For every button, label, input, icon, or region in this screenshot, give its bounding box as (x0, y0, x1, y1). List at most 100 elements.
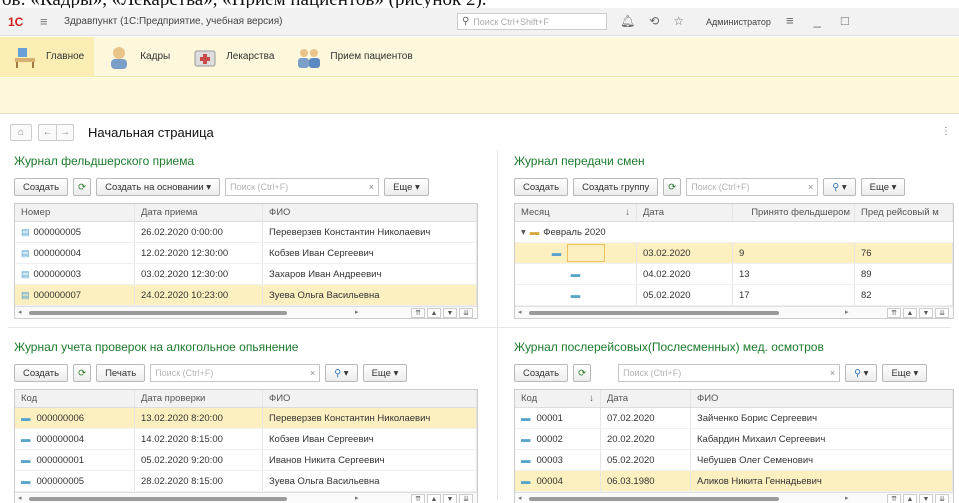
horizontal-scrollbar[interactable]: ◂ ▸ ⇈ ▲ ▼ ⇊ (515, 306, 953, 318)
scroll-left-icon[interactable]: ◂ (518, 308, 522, 316)
scroll-up-icon[interactable]: ▲ (903, 494, 917, 503)
minimize-icon[interactable]: _ (814, 13, 821, 28)
table-row[interactable]: ▬ 00003 05.02.2020 Чебушев Олег Семенович (515, 450, 953, 471)
column-header[interactable]: ФИО (263, 204, 477, 221)
scroll-down-icon[interactable]: ▼ (919, 308, 933, 318)
expand-icon[interactable]: ▾ (521, 227, 526, 238)
reception-search-input[interactable]: Поиск (Ctrl+F) × (225, 178, 380, 196)
table-row[interactable]: ▤ 000000003 03.02.2020 12:30:00 Захаров И… (15, 264, 477, 285)
scroll-left-icon[interactable]: ◂ (18, 494, 22, 502)
alcohol-create-button[interactable]: Создать (14, 364, 69, 382)
table-row[interactable]: ▤ 000000005 26.02.2020 0:00:00 Переверзев… (15, 222, 477, 243)
scroll-bottom-icon[interactable]: ⇊ (935, 308, 949, 318)
scroll-bottom-icon[interactable]: ⇊ (459, 494, 473, 503)
shifts-create-button[interactable]: Создать (514, 178, 569, 196)
scroll-down-icon[interactable]: ▼ (919, 494, 933, 503)
column-header[interactable]: Месяц ↓ (515, 204, 637, 221)
scroll-right-icon[interactable]: ▸ (355, 308, 359, 316)
column-header[interactable]: Дата приема (135, 204, 263, 221)
scroll-left-icon[interactable]: ◂ (18, 308, 22, 316)
shifts-create-group-button[interactable]: Создать группу (573, 178, 659, 196)
scroll-up-icon[interactable]: ▲ (427, 308, 441, 318)
table-row-selected[interactable]: ▤ 000000007 24.02.2020 10:23:00 Зуева Оль… (15, 285, 477, 306)
column-header[interactable]: Дата проверки (135, 390, 263, 407)
scroll-right-icon[interactable]: ▸ (845, 308, 849, 316)
shifts-journal-title[interactable]: Журнал передачи смен (514, 154, 954, 172)
scroll-up-icon[interactable]: ▲ (903, 308, 917, 318)
section-staff[interactable]: Кадры (94, 37, 180, 77)
column-header[interactable]: Дата (637, 204, 733, 221)
section-patients[interactable]: Прием пациентов (284, 37, 422, 77)
group-row[interactable]: ▾ ▬ Февраль 2020 (515, 222, 953, 243)
column-header[interactable]: Пред рейсовый м (855, 204, 953, 221)
postflight-search-button[interactable]: ⚲ ▾ (845, 364, 878, 382)
table-row-selected[interactable]: ▬ 03.02.2020 9 76 (515, 243, 953, 264)
forward-button[interactable]: → (56, 123, 74, 141)
global-search-input[interactable]: ⚲ Поиск Ctrl+Shift+F (457, 13, 607, 30)
table-row[interactable]: ▬ 000000001 05.02.2020 9:20:00 Иванов Ник… (15, 450, 477, 471)
scroll-top-icon[interactable]: ⇈ (887, 494, 901, 503)
column-header[interactable]: ФИО (691, 390, 953, 407)
column-header[interactable]: Номер (15, 204, 135, 221)
scroll-top-icon[interactable]: ⇈ (887, 308, 901, 318)
table-row[interactable]: ▬ 000000004 14.02.2020 8:15:00 Кобзев Ива… (15, 429, 477, 450)
scroll-left-icon[interactable]: ◂ (518, 494, 522, 502)
maximize-icon[interactable]: □ (841, 13, 849, 28)
shifts-refresh-button[interactable]: ⟳ (663, 178, 682, 196)
column-header[interactable]: ФИО (263, 390, 477, 407)
reception-refresh-button[interactable]: ⟳ (73, 178, 92, 196)
alcohol-journal-title[interactable]: Журнал учета проверок на алкогольное опь… (14, 340, 478, 358)
scroll-right-icon[interactable]: ▸ (355, 494, 359, 502)
horizontal-scrollbar[interactable]: ◂ ▸ ⇈ ▲ ▼ ⇊ (15, 492, 477, 503)
scroll-bottom-icon[interactable]: ⇊ (935, 494, 949, 503)
table-row[interactable]: ▬ 05.02.2020 17 82 (515, 285, 953, 306)
postflight-journal-title[interactable]: Журнал послерейсовых(Послесменных) мед. … (514, 340, 954, 358)
clear-icon[interactable]: × (808, 182, 813, 192)
alcohol-search-button[interactable]: ⚲ ▾ (325, 364, 358, 382)
alcohol-more-button[interactable]: Еще ▾ (362, 364, 408, 382)
home-button[interactable]: ⌂ (10, 123, 32, 141)
table-row[interactable]: ▬ 00002 20.02.2020 Кабардин Михаил Сергее… (515, 429, 953, 450)
clear-icon[interactable]: × (310, 368, 315, 378)
history-icon[interactable]: ⟲ (649, 14, 659, 28)
reception-create-based-button[interactable]: Создать на основании ▾ (96, 178, 221, 196)
favorites-icon[interactable]: ☆ (673, 14, 684, 28)
settings-menu-icon[interactable]: ≡ (786, 13, 794, 28)
scroll-top-icon[interactable]: ⇈ (411, 494, 425, 503)
cell-edit-box[interactable] (567, 244, 606, 262)
section-main[interactable]: Главное (0, 36, 95, 77)
hamburger-menu-icon[interactable]: ≡ (40, 14, 58, 29)
scroll-thumb[interactable] (29, 497, 287, 501)
section-medicines[interactable]: Лекарства (180, 37, 284, 77)
notifications-icon[interactable]: 🔔︎ (620, 14, 635, 28)
postflight-create-button[interactable]: Создать (514, 364, 569, 382)
scroll-top-icon[interactable]: ⇈ (411, 308, 425, 318)
scroll-up-icon[interactable]: ▲ (427, 494, 441, 503)
reception-more-button[interactable]: Еще ▾ (384, 178, 429, 196)
table-row-selected[interactable]: ▬ 000000006 13.02.2020 8:20:00 Переверзев… (15, 408, 477, 429)
clear-icon[interactable]: × (830, 368, 835, 378)
scroll-thumb[interactable] (29, 311, 287, 315)
scroll-thumb[interactable] (529, 497, 779, 501)
postflight-search-input[interactable]: Поиск (Ctrl+F) × (618, 364, 841, 382)
scroll-down-icon[interactable]: ▼ (443, 308, 457, 318)
postflight-more-button[interactable]: Еще ▾ (882, 364, 928, 382)
shifts-search-button[interactable]: ⚲ ▾ (823, 178, 856, 196)
horizontal-scrollbar[interactable]: ◂ ▸ ⇈ ▲ ▼ ⇊ (515, 492, 953, 503)
column-header[interactable]: Принято фельдшером (733, 204, 855, 221)
back-button[interactable]: ← (38, 123, 56, 141)
alcohol-search-input[interactable]: Поиск (Ctrl+F) × (150, 364, 321, 382)
page-more-icon[interactable]: ⋮ (941, 126, 951, 137)
column-header[interactable]: Код ↓ (515, 390, 601, 407)
table-row[interactable]: ▬ 00001 07.02.2020 Зайченко Борис Сергеев… (515, 408, 953, 429)
column-header[interactable]: Дата (601, 390, 691, 407)
scroll-thumb[interactable] (529, 311, 779, 315)
table-row[interactable]: ▤ 000000004 12.02.2020 12:30:00 Кобзев Ив… (15, 243, 477, 264)
table-row[interactable]: ▬ 04.02.2020 13 89 (515, 264, 953, 285)
table-row[interactable]: ▬ 000000005 28.02.2020 8:15:00 Зуева Ольг… (15, 471, 477, 492)
scroll-down-icon[interactable]: ▼ (443, 494, 457, 503)
shifts-more-button[interactable]: Еще ▾ (860, 178, 906, 196)
reception-create-button[interactable]: Создать (14, 178, 69, 196)
column-header[interactable]: Код (15, 390, 135, 407)
reception-journal-title[interactable]: Журнал фельдшерского приема (14, 154, 478, 172)
